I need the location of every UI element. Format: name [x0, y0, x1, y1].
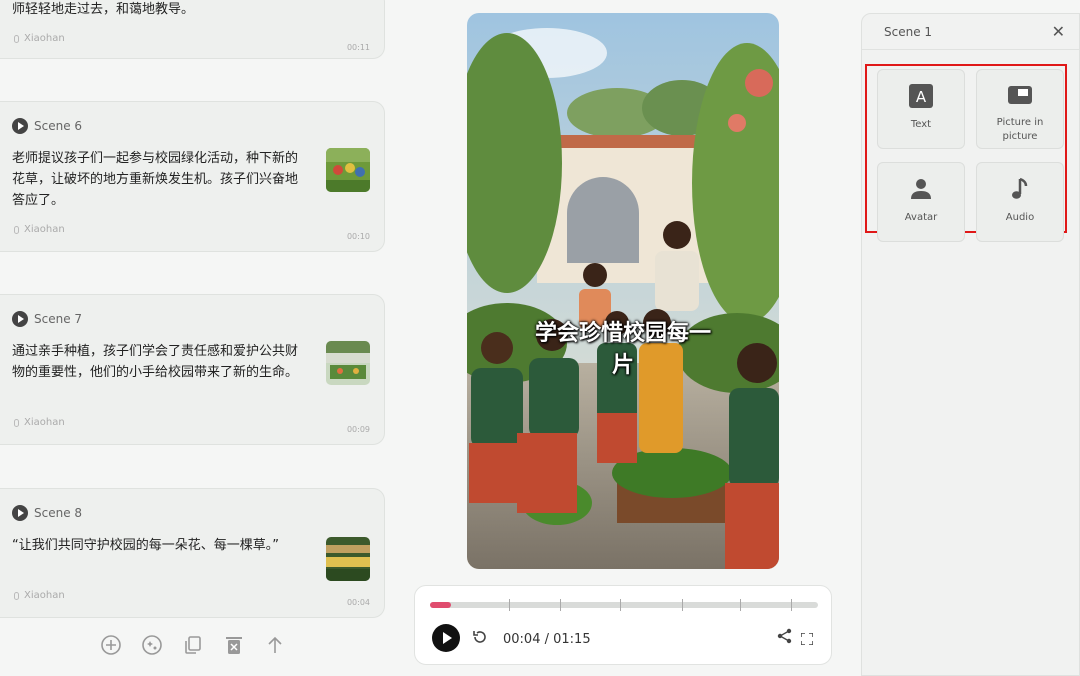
mic-icon — [14, 34, 19, 43]
video-frame-image — [467, 13, 779, 569]
scene-header: Scene 6 — [12, 118, 82, 134]
scene-voice: Xiaohan — [14, 224, 65, 235]
picture-in-picture-icon — [977, 84, 1063, 110]
add-picture-in-picture-tile[interactable]: Picture in picture — [976, 69, 1064, 149]
scene-marker — [740, 599, 741, 611]
scene-marker — [560, 599, 561, 611]
scene-duration: 00:11 — [346, 43, 370, 52]
app-root: 师轻轻地走过去，和蔼地教导。 Xiaohan 00:11 Scene 6 老师提… — [0, 0, 1080, 676]
tile-label: Text — [910, 119, 932, 130]
move-up-icon[interactable] — [264, 634, 286, 656]
total-time: 01:15 — [553, 632, 591, 647]
svg-text:A: A — [916, 88, 927, 106]
delete-icon[interactable] — [223, 634, 245, 656]
scene-text: 老师提议孩子们一起参与校园绿化活动，种下新的花草，让破坏的地方重新焕发生机。孩子… — [12, 151, 299, 208]
scene-duration: 00:04 — [346, 598, 370, 607]
scene-thumbnail[interactable] — [326, 148, 370, 192]
add-text-tile[interactable]: A Text — [877, 69, 965, 149]
scene-voice: Xiaohan — [14, 417, 65, 428]
avatar-icon — [878, 177, 964, 203]
scene-voice: Xiaohan — [14, 590, 65, 601]
scene-card-5[interactable]: 师轻轻地走过去，和蔼地教导。 Xiaohan 00:11 — [0, 0, 385, 59]
scene-header: Scene 7 — [12, 311, 82, 327]
add-audio-tile[interactable]: Audio — [976, 162, 1064, 242]
scene-text: 通过亲手种植，孩子们学会了责任感和爱护公共财物的重要性，他们的小手给校园带来了新… — [12, 344, 299, 380]
mic-icon — [14, 591, 19, 600]
element-panel: Scene 1 ✕ A Text Picture in picture Avat… — [861, 13, 1080, 676]
progress-track[interactable] — [430, 599, 818, 611]
text-icon: A — [878, 84, 964, 110]
video-caption: 学会珍惜校园每一片 — [534, 321, 711, 378]
play-icon[interactable] — [12, 505, 28, 521]
scene-card-6[interactable]: Scene 6 老师提议孩子们一起参与校园绿化活动，种下新的花草，让破坏的地方重… — [0, 101, 385, 252]
play-button[interactable] — [432, 624, 460, 652]
scene-card-7[interactable]: Scene 7 通过亲手种植，孩子们学会了责任感和爱护公共财物的重要性，他们的小… — [0, 294, 385, 445]
current-time: 00:04 — [503, 632, 541, 647]
scene-card-8[interactable]: Scene 8 “让我们共同守护校园的每一朵花、每一棵草。” Xiaohan 0… — [0, 488, 385, 618]
audio-icon — [977, 177, 1063, 203]
scene-marker — [509, 599, 510, 611]
scene-duration: 00:10 — [346, 232, 370, 241]
duplicate-icon[interactable] — [182, 634, 204, 656]
share-icon[interactable] — [777, 628, 793, 648]
mic-icon — [14, 418, 19, 427]
play-icon[interactable] — [12, 118, 28, 134]
scene-text: 师轻轻地走过去，和蔼地教导。 — [12, 2, 195, 17]
scene-duration: 00:09 — [346, 425, 370, 434]
progress-fill — [430, 602, 452, 608]
scene-thumbnail[interactable] — [326, 537, 370, 581]
replay-icon[interactable] — [471, 628, 489, 651]
time-readout: 00:04 / 01:15 — [503, 632, 591, 647]
ai-icon[interactable] — [141, 634, 163, 656]
video-preview[interactable]: 学会珍惜校园每一片 — [467, 13, 779, 569]
tile-label: Audio — [1005, 212, 1035, 223]
player-controls: 00:04 / 01:15 — [414, 585, 832, 665]
scene-list-toolbar — [100, 634, 286, 656]
panel-title: Scene 1 — [884, 24, 933, 39]
close-icon[interactable]: ✕ — [1052, 22, 1065, 41]
scene-voice: Xiaohan — [14, 33, 65, 44]
add-icon[interactable] — [100, 634, 122, 656]
scene-marker — [682, 599, 683, 611]
time-separator: / — [540, 632, 554, 647]
scene-marker — [620, 599, 621, 611]
add-avatar-tile[interactable]: Avatar — [877, 162, 965, 242]
tile-label: Avatar — [904, 212, 938, 223]
scene-header: Scene 8 — [12, 505, 82, 521]
tile-label: Picture in picture — [996, 117, 1044, 142]
play-icon[interactable] — [12, 311, 28, 327]
mic-icon — [14, 225, 19, 234]
scene-marker — [791, 599, 792, 611]
scene-list: 师轻轻地走过去，和蔼地教导。 Xiaohan 00:11 Scene 6 老师提… — [0, 0, 400, 676]
scene-thumbnail[interactable] — [326, 341, 370, 385]
scene-text: “让我们共同守护校园的每一朵花、每一棵草。” — [12, 538, 279, 553]
panel-header: Scene 1 ✕ — [862, 14, 1079, 50]
fullscreen-icon[interactable] — [800, 630, 814, 646]
